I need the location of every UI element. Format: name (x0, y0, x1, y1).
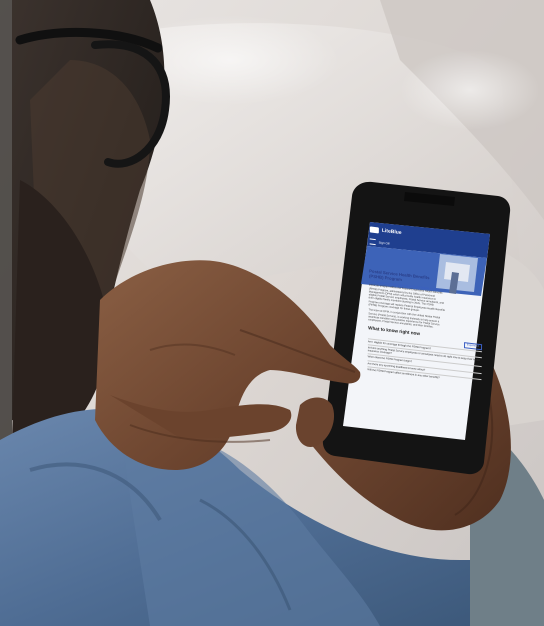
menu-icon[interactable] (369, 238, 376, 246)
postal-eagle-icon (369, 226, 379, 234)
phone-screen: LiteBlue Sign Off Postal Service Health … (362, 222, 488, 445)
sign-off-link[interactable]: Sign Off (379, 240, 390, 245)
app-name: LiteBlue (381, 227, 402, 237)
